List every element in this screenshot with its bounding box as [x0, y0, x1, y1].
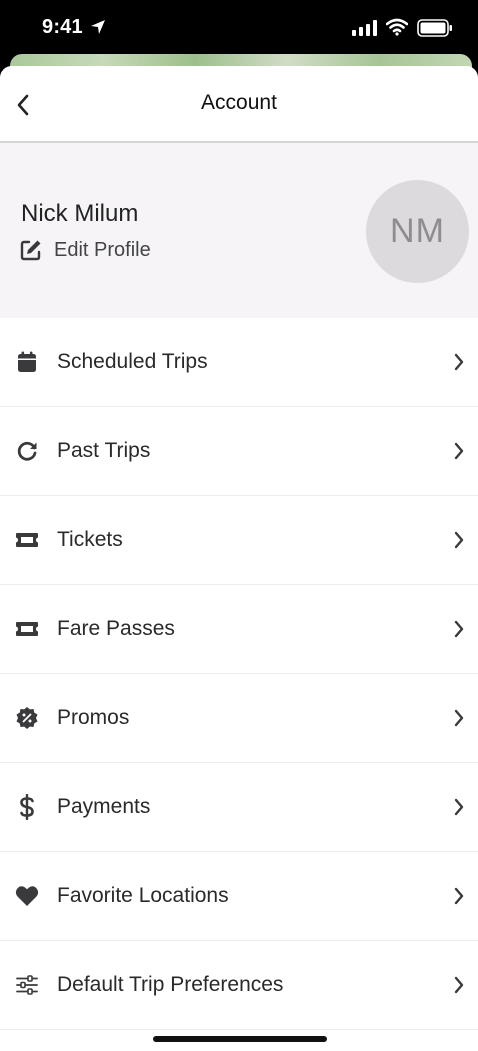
page-title: Account: [201, 91, 277, 114]
edit-profile-button[interactable]: Edit Profile: [20, 236, 151, 264]
menu-item-label: Default Trip Preferences: [57, 973, 284, 996]
navigation-bar: Account: [0, 66, 478, 143]
chevron-right-icon: [452, 441, 466, 461]
sliders-icon: [14, 972, 40, 998]
chevron-right-icon: [452, 352, 466, 372]
menu-item-label: Payments: [57, 795, 151, 818]
avatar-initials: NM: [390, 212, 445, 250]
ticket-icon: [14, 527, 40, 553]
account-menu: Scheduled Trips Past Trips Tickets Fare …: [0, 318, 478, 1030]
menu-item-tickets[interactable]: Tickets: [0, 496, 478, 585]
ticket-icon: [14, 616, 40, 642]
cellular-signal-icon: [352, 20, 378, 41]
menu-item-fare-passes[interactable]: Fare Passes: [0, 585, 478, 674]
history-icon: [14, 438, 40, 464]
menu-item-label: Favorite Locations: [57, 884, 229, 907]
chevron-right-icon: [452, 886, 466, 906]
chevron-right-icon: [452, 619, 466, 639]
menu-item-label: Promos: [57, 706, 130, 729]
status-time: 9:41: [42, 16, 83, 38]
avatar[interactable]: NM: [366, 180, 469, 283]
battery-icon: [417, 18, 453, 43]
chevron-right-icon: [452, 975, 466, 995]
edit-icon: [20, 240, 41, 261]
menu-item-label: Tickets: [57, 528, 123, 551]
menu-item-default-trip-preferences[interactable]: Default Trip Preferences: [0, 941, 478, 1030]
menu-item-label: Scheduled Trips: [57, 350, 208, 373]
calendar-icon: [14, 349, 40, 375]
promo-badge-icon: [14, 705, 40, 731]
profile-header: Nick Milum Edit Profile NM: [0, 143, 478, 318]
profile-name: Nick Milum: [21, 200, 139, 227]
account-sheet: Account Nick Milum Edit Profile NM Sched…: [0, 66, 478, 1051]
wifi-icon: [385, 18, 409, 41]
location-arrow-icon: [90, 19, 106, 40]
menu-item-favorite-locations[interactable]: Favorite Locations: [0, 852, 478, 941]
menu-item-scheduled-trips[interactable]: Scheduled Trips: [0, 318, 478, 407]
chevron-right-icon: [452, 708, 466, 728]
chevron-right-icon: [452, 797, 466, 817]
chevron-right-icon: [452, 530, 466, 550]
menu-item-label: Fare Passes: [57, 617, 175, 640]
menu-item-payments[interactable]: Payments: [0, 763, 478, 852]
status-bar: 9:41: [0, 0, 478, 58]
menu-item-past-trips[interactable]: Past Trips: [0, 407, 478, 496]
dollar-icon: [14, 794, 40, 820]
menu-item-label: Past Trips: [57, 439, 151, 462]
edit-profile-label: Edit Profile: [54, 238, 151, 261]
menu-item-promos[interactable]: Promos: [0, 674, 478, 763]
heart-icon: [14, 883, 40, 909]
home-indicator[interactable]: [153, 1036, 327, 1042]
